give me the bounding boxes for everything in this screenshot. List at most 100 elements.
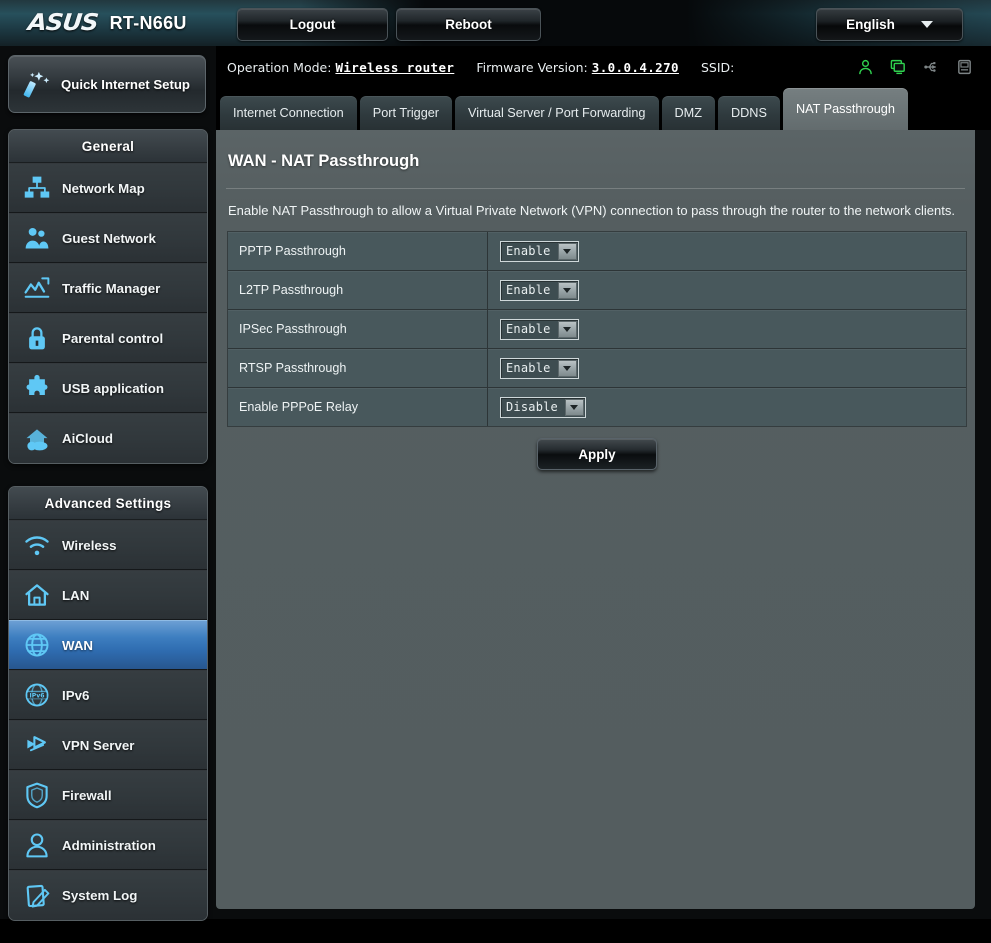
setting-label: Enable PPPoE Relay xyxy=(228,388,488,426)
select-value: Enable xyxy=(506,361,551,375)
rtsp-passthrough-select[interactable]: Enable xyxy=(500,357,579,379)
table-row: IPSec Passthrough Enable xyxy=(228,310,966,349)
tab-label: DMZ xyxy=(674,106,702,120)
setting-control-cell: Enable xyxy=(488,271,966,309)
sidebar-item-label: Traffic Manager xyxy=(62,280,161,296)
chevron-down-icon[interactable] xyxy=(557,320,577,338)
select-value: Disable xyxy=(506,400,558,414)
sidebar-item-wireless[interactable]: Wireless xyxy=(9,520,207,570)
ipv6-icon: IPv6 xyxy=(25,683,49,707)
printer-icon[interactable] xyxy=(956,59,973,76)
nat-passthrough-table: PPTP Passthrough Enable L2TP Passthrough En… xyxy=(227,231,967,427)
apply-button[interactable]: Apply xyxy=(537,438,657,470)
page-description: Enable NAT Passthrough to allow a Virtua… xyxy=(228,203,955,218)
general-item-list: Network Map Guest Network Traffic Manager P… xyxy=(9,163,207,463)
chevron-down-icon[interactable] xyxy=(557,359,577,377)
sidebar-item-firewall[interactable]: Firewall xyxy=(9,770,207,820)
setting-control-cell: Enable xyxy=(488,232,966,270)
admin-user-icon xyxy=(26,833,48,858)
sidebar-item-label: USB application xyxy=(62,380,164,396)
lock-icon xyxy=(29,327,45,350)
sidebar-item-ipv6[interactable]: IPv6 IPv6 xyxy=(9,670,207,720)
ipsec-passthrough-select[interactable]: Enable xyxy=(500,318,579,340)
general-nav-group: General Network Map Guest Network Traffic … xyxy=(8,129,208,464)
tab-port-trigger[interactable]: Port Trigger xyxy=(359,96,453,130)
router-admin-page: ASUS RT-N66U Logout Reboot English Opera… xyxy=(0,0,991,921)
sidebar: Quick Internet Setup General Network Map… xyxy=(8,55,208,943)
sidebar-item-label: Parental control xyxy=(62,330,164,346)
pptp-passthrough-select[interactable]: Enable xyxy=(500,240,579,262)
tab-nat-passthrough[interactable]: NAT Passthrough xyxy=(782,88,908,130)
sidebar-item-label: Firewall xyxy=(62,787,112,803)
system-log-icon xyxy=(26,884,50,907)
asus-logo: ASUS xyxy=(26,10,99,36)
sidebar-item-vpn-server[interactable]: VPN Server xyxy=(9,720,207,770)
tab-virtual-server-port-forwarding[interactable]: Virtual Server / Port Forwarding xyxy=(455,96,659,130)
sidebar-item-wan[interactable]: WAN xyxy=(9,620,207,670)
sidebar-item-lan[interactable]: LAN xyxy=(9,570,207,620)
sidebar-item-usb-application[interactable]: USB application xyxy=(9,363,207,413)
traffic-manager-icon xyxy=(24,277,50,298)
setting-label: L2TP Passthrough xyxy=(228,271,488,309)
sidebar-item-label: WAN xyxy=(62,637,94,653)
chevron-down-icon[interactable] xyxy=(557,281,577,299)
sidebar-item-traffic-manager[interactable]: Traffic Manager xyxy=(9,263,207,313)
operation-mode-value[interactable]: Wireless router xyxy=(335,60,454,75)
user-icon[interactable] xyxy=(857,59,874,76)
shield-icon xyxy=(26,782,48,809)
sidebar-item-parental-control[interactable]: Parental control xyxy=(9,313,207,363)
tab-label: NAT Passthrough xyxy=(795,102,895,116)
content-panel: WAN - NAT Passthrough Enable NAT Passthr… xyxy=(216,130,975,909)
quick-internet-setup-button[interactable]: Quick Internet Setup xyxy=(8,55,206,113)
select-value: Enable xyxy=(506,283,551,297)
chevron-down-icon xyxy=(920,21,933,28)
tab-ddns[interactable]: DDNS xyxy=(717,96,780,130)
tab-list: Internet Connection Port Trigger Virtual S… xyxy=(216,88,991,130)
cloud-house-icon xyxy=(26,428,48,450)
sidebar-item-administration[interactable]: Administration xyxy=(9,820,207,870)
sidebar-item-network-map[interactable]: Network Map xyxy=(9,163,207,213)
title-divider xyxy=(226,188,965,189)
operation-mode-label: Operation Mode: xyxy=(227,59,332,75)
tab-internet-connection[interactable]: Internet Connection xyxy=(220,96,357,130)
sidebar-item-system-log[interactable]: System Log xyxy=(9,870,207,920)
language-selector[interactable]: English xyxy=(816,8,963,41)
chevron-down-icon[interactable] xyxy=(557,242,577,260)
reboot-button[interactable]: Reboot xyxy=(396,8,541,41)
advanced-nav-group: Advanced Settings Wireless LAN WAN IPv6 IPv6… xyxy=(8,486,208,921)
setting-control-cell: Enable xyxy=(488,349,966,387)
sidebar-item-label: Administration xyxy=(62,837,156,853)
clients-icon[interactable] xyxy=(890,59,907,76)
usb-icon[interactable] xyxy=(923,59,940,76)
sidebar-item-label: IPv6 xyxy=(62,687,90,703)
tab-label: Internet Connection xyxy=(233,106,344,120)
tab-dmz[interactable]: DMZ xyxy=(661,96,715,130)
setting-control-cell: Enable xyxy=(488,310,966,348)
advanced-group-title: Advanced Settings xyxy=(9,487,207,520)
firmware-value[interactable]: 3.0.0.4.270 xyxy=(592,60,679,75)
sidebar-item-label: System Log xyxy=(62,888,138,903)
tab-bar: Internet Connection Port Trigger Virtual S… xyxy=(216,88,991,130)
sidebar-item-aicloud[interactable]: AiCloud xyxy=(9,413,207,463)
setting-control-cell: Disable xyxy=(488,388,966,426)
chevron-down-icon[interactable] xyxy=(564,398,584,416)
l2tp-passthrough-select[interactable]: Enable xyxy=(500,279,579,301)
language-label: English xyxy=(846,17,895,32)
status-icon-group xyxy=(857,59,973,76)
top-brand-bar: ASUS RT-N66U Logout Reboot English xyxy=(0,0,991,46)
enable-pppoe-relay-select[interactable]: Disable xyxy=(500,396,586,418)
guest-network-icon xyxy=(25,227,49,249)
sidebar-item-label: Guest Network xyxy=(62,230,156,246)
table-row: Enable PPPoE Relay Disable xyxy=(228,388,966,426)
firmware-info: Firmware Version: 3.0.0.4.270 xyxy=(454,60,679,75)
tab-label: Port Trigger xyxy=(372,106,440,120)
svg-text:IPv6: IPv6 xyxy=(30,693,45,700)
router-model: RT-N66U xyxy=(109,12,187,33)
logout-button[interactable]: Logout xyxy=(237,8,388,41)
status-info-strip: Operation Mode: Wireless router Firmware… xyxy=(216,46,991,88)
brand-block: ASUS RT-N66U xyxy=(26,8,187,38)
magic-wand-icon xyxy=(23,71,50,98)
sidebar-item-guest-network[interactable]: Guest Network xyxy=(9,213,207,263)
operation-mode-info: Operation Mode: Wireless router xyxy=(216,60,454,75)
home-icon xyxy=(25,584,49,606)
